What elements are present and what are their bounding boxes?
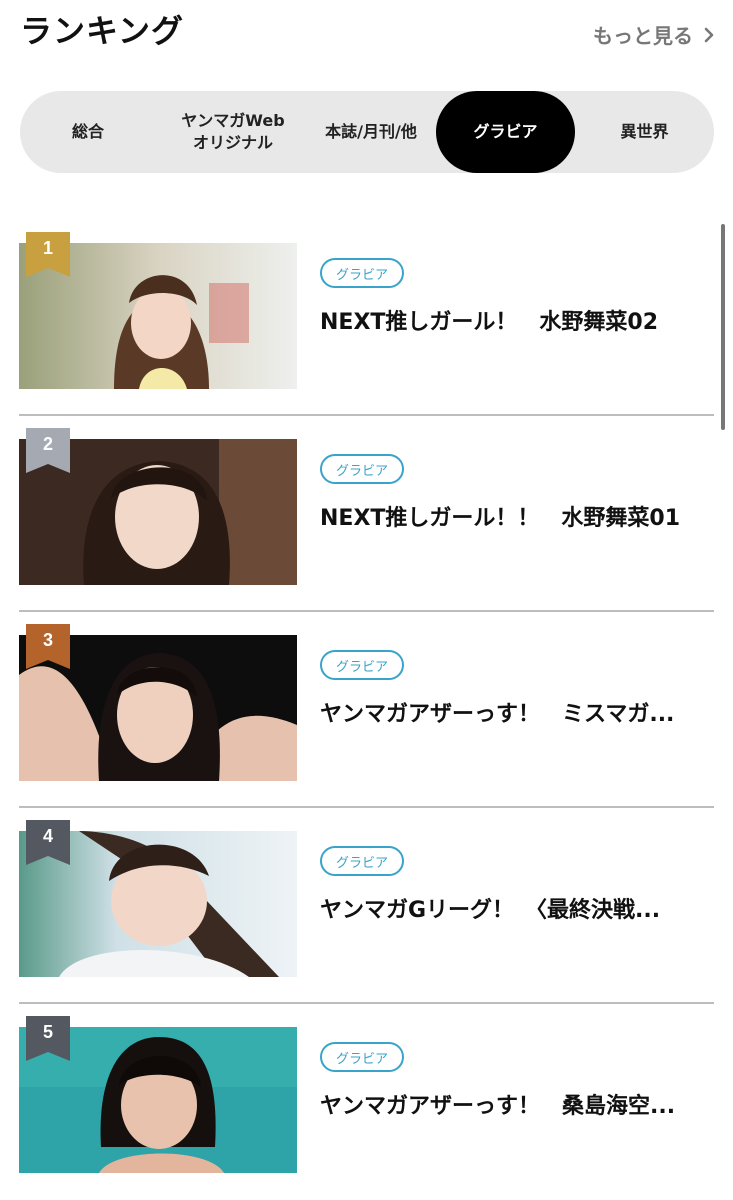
tab-label: 総合: [71, 122, 104, 142]
tab-isekai[interactable]: 異世界: [575, 91, 714, 173]
rank-number: 1: [42, 238, 53, 258]
category-tag[interactable]: グラビア: [320, 258, 405, 288]
page-title: ランキング: [20, 12, 185, 50]
tab-yanmaga-web-original[interactable]: ヤンマガWeb オリジナル: [160, 91, 306, 173]
category-tag[interactable]: グラビア: [320, 1042, 405, 1072]
ranking-item[interactable]: 3 グラビア ヤンマガアザーっす！ ミスマガ...: [0, 612, 733, 808]
rank-number: 5: [42, 1022, 53, 1042]
chevron-right-icon: [704, 27, 714, 42]
category-tabs: 総合 ヤンマガWeb オリジナル 本誌/月刊/他 グラビア 異世界: [20, 91, 714, 173]
tab-sogo[interactable]: 総合: [20, 91, 156, 173]
rank-badge: 5: [26, 1016, 70, 1061]
ranking-item[interactable]: 5 グラビア ヤンマガアザーっす！ 桑島海空...: [0, 1004, 733, 1200]
tab-label: グラビア: [473, 122, 538, 142]
ranking-header: ランキング もっと見る: [0, 0, 733, 60]
rank-badge: 4: [26, 820, 70, 865]
rank-number: 4: [42, 826, 53, 846]
tab-label: 本誌/月刊/他: [325, 122, 417, 142]
tab-gravure[interactable]: グラビア: [436, 91, 575, 173]
ranking-item[interactable]: 2 グラビア NEXT推しガール！！ 水野舞菜01: [0, 416, 733, 612]
rank-number: 2: [42, 434, 53, 454]
tab-label: 異世界: [620, 122, 669, 142]
article-title[interactable]: ヤンマガアザーっす！ 桑島海空...: [320, 1090, 712, 1124]
rank-badge: 1: [26, 232, 70, 277]
tab-label: ヤンマガWeb オリジナル: [181, 111, 285, 152]
ranking-item[interactable]: 4 グラビア ヤンマガGリーグ！ 〈最終決戦...: [0, 808, 733, 1004]
article-title[interactable]: ヤンマガGリーグ！ 〈最終決戦...: [320, 894, 712, 928]
category-tag[interactable]: グラビア: [320, 846, 405, 876]
tab-honshi-gekkan[interactable]: 本誌/月刊/他: [306, 91, 436, 173]
article-title[interactable]: NEXT推しガール！ 水野舞菜02: [320, 306, 712, 340]
rank-number: 3: [42, 630, 53, 650]
more-link[interactable]: もっと見る: [593, 20, 715, 49]
category-tag[interactable]: グラビア: [320, 454, 405, 484]
category-tag[interactable]: グラビア: [320, 650, 405, 680]
more-link-label: もっと見る: [593, 24, 693, 48]
ranking-item[interactable]: 1 グラビア NEXT推しガール！ 水野舞菜02: [0, 220, 733, 416]
rank-badge: 3: [26, 624, 70, 669]
article-title[interactable]: ヤンマガアザーっす！ ミスマガ...: [320, 698, 712, 732]
article-title[interactable]: NEXT推しガール！！ 水野舞菜01: [320, 502, 712, 536]
rank-badge: 2: [26, 428, 70, 473]
